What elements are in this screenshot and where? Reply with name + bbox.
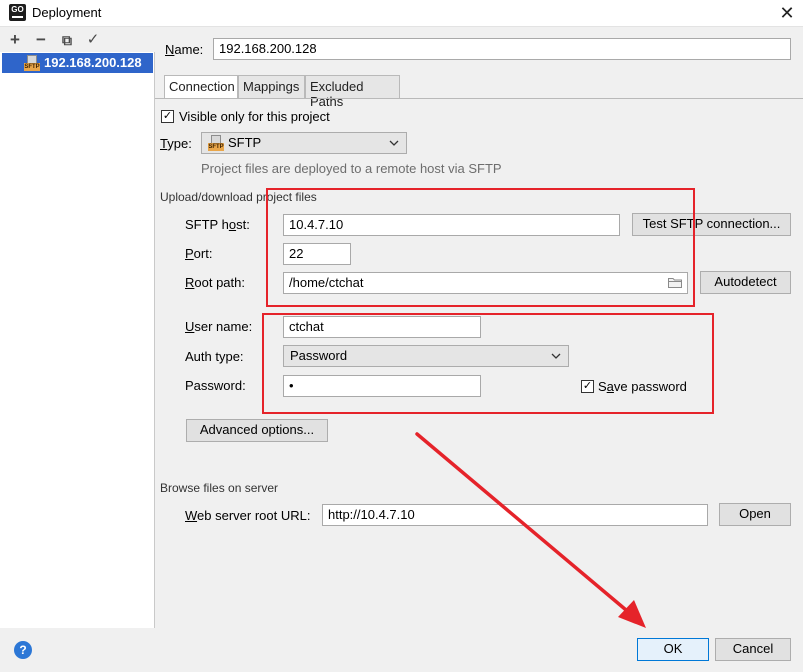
ok-button[interactable]: OK (637, 638, 709, 661)
annotation-arrow (415, 432, 646, 628)
help-icon[interactable]: ? (14, 641, 32, 659)
cancel-button[interactable]: Cancel (715, 638, 791, 661)
